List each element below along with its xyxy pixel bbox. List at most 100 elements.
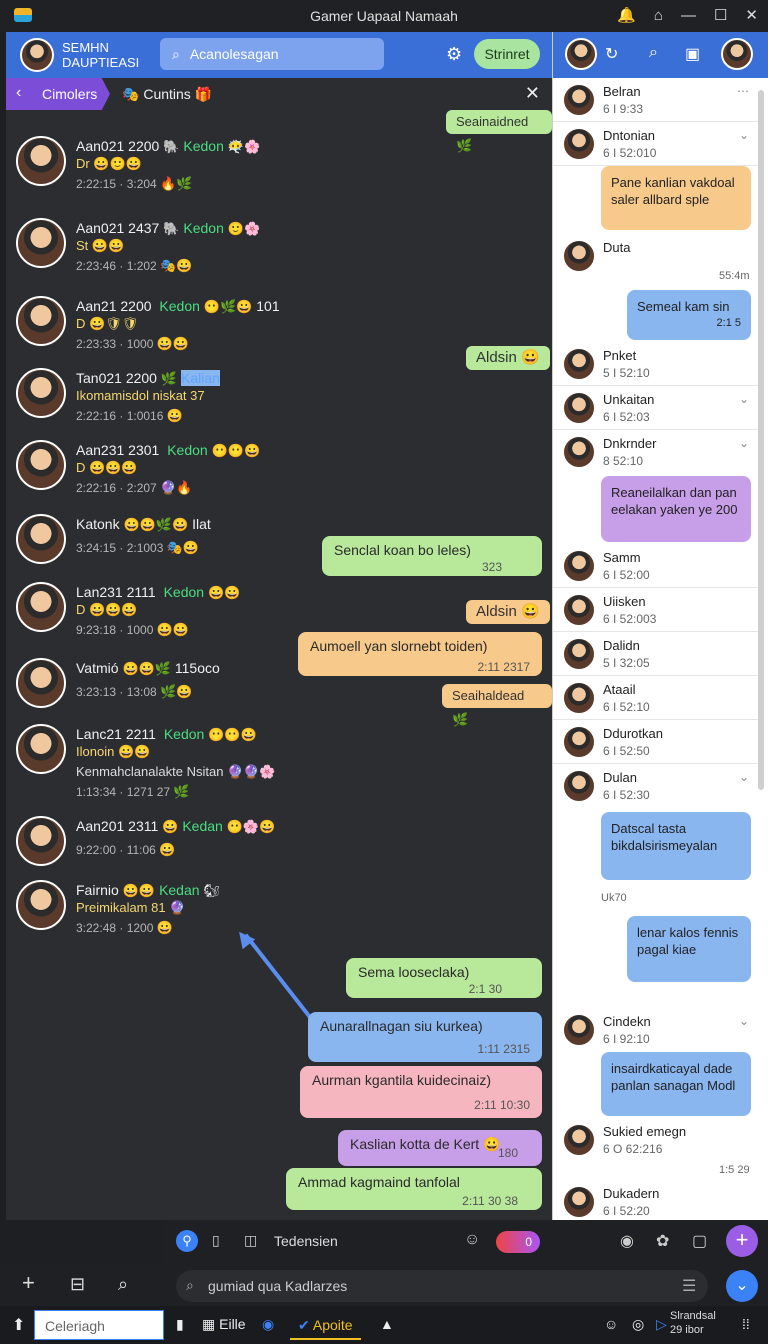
chat-tag[interactable]: Aldsin 😀 [466, 346, 550, 370]
member-meta: 3:23:13 · 13:08 🌿😀 [76, 684, 193, 699]
tray-line2: 29 ibor [670, 1324, 704, 1336]
refresh-icon[interactable]: ↻ [605, 44, 618, 64]
member-avatar[interactable] [16, 218, 66, 268]
back-arrow-icon[interactable]: ‹ [16, 84, 21, 102]
home-icon[interactable]: ⌂ [654, 7, 663, 24]
bell-icon[interactable]: ▲ [380, 1316, 394, 1332]
member-avatar[interactable] [16, 440, 66, 490]
chevron-down-icon[interactable]: ⌄ [739, 436, 749, 450]
settings-icon[interactable]: ⚙ [446, 44, 462, 65]
breadcrumb[interactable]: Cimolers [6, 78, 110, 110]
more-icon[interactable]: ⋯ [737, 84, 749, 98]
search-box[interactable]: ⌕ Acanolesagan [160, 38, 384, 70]
member-avatar[interactable] [16, 724, 66, 774]
chevron-down-icon[interactable]: ⌄ [739, 770, 749, 784]
conversation-item[interactable]: Ataail 6 I 52:10 [553, 676, 759, 720]
chat-bubble[interactable]: Senclal koan bo leles) 323 [322, 536, 542, 576]
pin-icon[interactable]: ▮ [176, 1316, 184, 1333]
search-icon[interactable]: ⌕ [118, 1274, 128, 1295]
taskbar-search[interactable]: Celeriagh [34, 1310, 164, 1340]
panel-bubble[interactable]: Semeal kam sin 2:1 5 [627, 290, 751, 340]
member-avatar[interactable] [16, 658, 66, 708]
chat-tag[interactable]: Seainaidned 🌿 [446, 110, 552, 153]
location-icon[interactable]: ⚲ [176, 1230, 198, 1252]
member-avatar[interactable] [16, 514, 66, 564]
search-icon[interactable]: ⌕ [649, 44, 658, 62]
close-channel-icon[interactable]: ✕ [525, 83, 540, 104]
chat-bubble[interactable]: Aumoell yan slornebt toiden) 2:11 2317 [298, 632, 542, 676]
chat-bubble[interactable]: Aunarallnagan siu kurkea) 1:11 2315 [308, 1012, 542, 1062]
conversation-item[interactable]: Cindekn 6 I 92:10 ⌄ [553, 1008, 759, 1052]
chevron-down-icon[interactable]: ⌄ [739, 1014, 749, 1028]
stream-button[interactable]: Strinret [474, 39, 540, 69]
chevron-down-icon[interactable]: ⌄ [739, 128, 749, 142]
message-input[interactable]: gumiad qua Kadlarzes [176, 1270, 708, 1302]
chat-bubble[interactable]: Kaslian kotta de Kert 😀 180 [338, 1130, 542, 1166]
chat-tag[interactable]: Aldsin 😀 [466, 600, 550, 624]
chat-bubble[interactable]: Sema looseclaka) 2:1 30 [346, 958, 542, 998]
sticker-icon[interactable]: ✿ [656, 1231, 669, 1251]
member-avatar[interactable] [16, 368, 66, 418]
gift-icon[interactable]: ◉ [620, 1231, 634, 1251]
user-avatar[interactable] [20, 38, 54, 72]
send-button[interactable]: ⌄ [726, 1270, 758, 1302]
notification-icon[interactable]: 🔔 [617, 6, 636, 24]
channel-name[interactable]: 🎭 Cuntins 🎁 [122, 86, 212, 103]
conversation-item[interactable]: Belran 6 I 9:33 ⋯ [553, 78, 759, 122]
panel-avatar-secondary[interactable] [721, 38, 753, 70]
member-status: Ilonoin 😀😀 [76, 744, 151, 759]
bubble-text: Senclal koan bo leles) [334, 542, 471, 558]
close-button[interactable]: ✕ [745, 6, 758, 24]
panel-bubble[interactable]: Pane kanlian vakdoal saler allbard sple [601, 166, 751, 230]
tray-clock[interactable]: Slrandsal 29 ibor [670, 1309, 716, 1337]
browser-icon[interactable]: ◉ [262, 1316, 274, 1333]
conversation-item[interactable]: Dnkrnder 8 52:10 ⌄ [553, 430, 759, 474]
panel-bubble[interactable]: lenar kalos fennis pagal kiae [627, 916, 751, 982]
window-icon[interactable]: ⊟ [70, 1274, 85, 1295]
panel-bubble[interactable]: Datscal tasta bikdalsirismeyalan [601, 812, 751, 880]
chat-tag[interactable]: Seaihaldead 🌿 [442, 684, 552, 727]
minimize-button[interactable]: — [681, 7, 696, 24]
add-button[interactable]: + [726, 1225, 758, 1257]
conversation-item[interactable]: Dntonian 6 I 52:010 ⌄ [553, 122, 759, 166]
conversation-item[interactable]: Unkaitan 6 I 52:03 ⌄ [553, 386, 759, 430]
taskbar-file[interactable]: ▦ Eille [202, 1316, 246, 1333]
conversation-item[interactable]: Dalidn 5 I 32:05 [553, 632, 759, 676]
member-avatar[interactable] [16, 582, 66, 632]
columns-icon[interactable]: ◫ [244, 1232, 257, 1249]
emoji-icon[interactable]: ☺ [464, 1231, 480, 1249]
panel-scrollbar[interactable] [758, 90, 764, 790]
list-icon[interactable]: ☰ [682, 1276, 696, 1296]
panel-avatar[interactable] [565, 38, 597, 70]
maximize-button[interactable]: ☐ [714, 6, 727, 24]
member-status: St 😀😀 [76, 238, 125, 253]
conversation-item[interactable]: Uiisken 6 I 52:003 [553, 588, 759, 632]
conversation-item[interactable]: Samm 6 I 52:00 [553, 544, 759, 588]
mode-toggle[interactable]: 0 [496, 1231, 540, 1253]
panel-bubble[interactable]: Reaneilalkan dan pan eelakan yaken ye 20… [601, 476, 751, 542]
compose-icon[interactable]: ▣ [685, 44, 700, 64]
conversation-item[interactable]: Pnket 5 I 52:10 [553, 342, 759, 386]
panel-bubble[interactable]: insairdkaticayal dade panlan sanagan Mod… [601, 1052, 751, 1116]
grid-icon[interactable]: ⁞⁞ [742, 1316, 750, 1332]
start-icon[interactable]: ⬆ [12, 1315, 25, 1335]
taskbar-apps[interactable]: ✔ Apoite [290, 1310, 361, 1340]
member-avatar[interactable] [16, 136, 66, 186]
copy-icon[interactable]: ▯ [212, 1232, 220, 1249]
member-avatar[interactable] [16, 880, 66, 930]
bag-icon[interactable]: ▢ [692, 1231, 707, 1251]
conversation-item[interactable]: Ddurotkan 6 I 52:50 [553, 720, 759, 764]
channel-label: Cuntins [143, 86, 191, 102]
conversation-name: Dulan [603, 770, 637, 785]
conversation-item[interactable]: Dulan 6 I 52:30 ⌄ [553, 764, 759, 808]
conversation-item[interactable]: Dukadern 6 I 52:20 [553, 1180, 759, 1220]
tray-icon-3[interactable]: ▷ [656, 1316, 667, 1333]
tray-icon-2[interactable]: ◎ [632, 1316, 644, 1333]
add-icon[interactable]: + [22, 1270, 35, 1296]
chat-bubble[interactable]: Aurman kgantila kuidecinaiz) 2:11 10:30 [300, 1066, 542, 1118]
tray-icon-1[interactable]: ☺ [604, 1316, 618, 1332]
chevron-down-icon[interactable]: ⌄ [739, 392, 749, 406]
member-avatar[interactable] [16, 816, 66, 866]
member-avatar[interactable] [16, 296, 66, 346]
chat-bubble[interactable]: Ammad kagmaind tanfolal 2:11 30 38 [286, 1168, 542, 1210]
